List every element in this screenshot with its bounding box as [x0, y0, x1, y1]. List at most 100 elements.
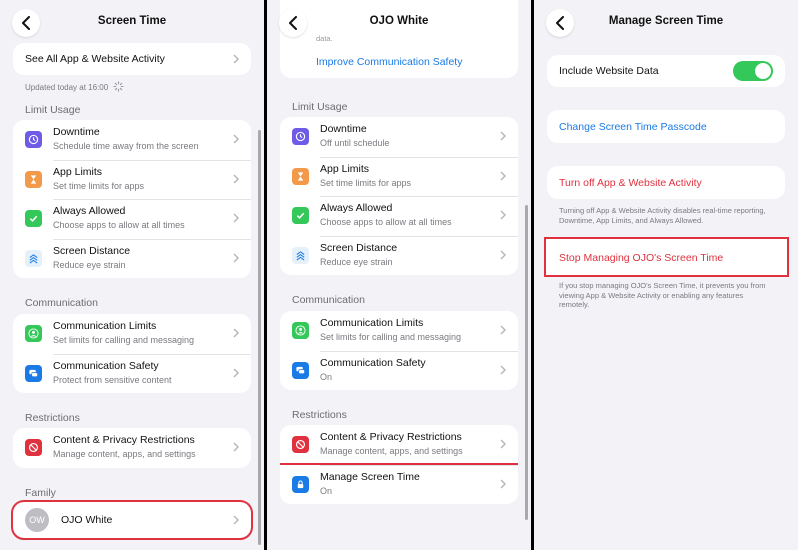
no-entry-icon: [292, 436, 309, 453]
app-limits-row[interactable]: App Limits Set time limits for apps: [280, 156, 518, 197]
updated-timestamp: Updated today at 16:00: [25, 81, 125, 92]
loading-spinner-icon: [113, 81, 125, 92]
improve-communication-safety-link[interactable]: Improve Communication Safety: [316, 56, 462, 68]
app-limits-subtitle: Set time limits for apps: [320, 177, 412, 188]
communication-limits-label: Communication Limits: [320, 317, 424, 329]
manage-screen-time-row[interactable]: Manage Screen Time On: [280, 462, 518, 504]
communication-safety-row[interactable]: Communication Safety Protect from sensit…: [13, 353, 251, 394]
downtime-row[interactable]: Downtime Schedule time away from the scr…: [13, 120, 251, 160]
chevron-right-icon: [500, 365, 506, 374]
chevron-right-icon: [500, 325, 506, 335]
downtime-row[interactable]: Downtime Off until schedule: [280, 117, 518, 157]
include-website-data-row: Include Website Data: [547, 55, 785, 87]
include-website-data-label: Include Website Data: [559, 65, 659, 77]
app-limits-label: App Limits: [53, 165, 103, 178]
screen-distance-row[interactable]: Screen Distance Reduce eye strain: [13, 238, 251, 279]
communication-safety-subtitle: Protect from sensitive content: [53, 374, 172, 385]
chevron-right-icon: [233, 253, 239, 262]
hourglass-icon: [25, 170, 42, 188]
stop-managing-row: Stop Managing OJO's Screen Time: [544, 237, 789, 277]
family-member-name: OJO White: [61, 514, 113, 526]
person-icon: [292, 322, 309, 339]
chevron-right-icon: [500, 250, 506, 259]
communication-header: Communication: [25, 297, 98, 309]
change-passcode-row: Change Screen Time Passcode: [547, 110, 785, 143]
always-allowed-subtitle: Choose apps to allow at all times: [53, 220, 185, 230]
content-privacy-subtitle: Manage content, apps, and settings: [320, 446, 463, 456]
speech-bubble-icon: [25, 364, 42, 382]
chevron-right-icon: [500, 210, 506, 220]
chevron-right-icon: [233, 368, 239, 377]
screen-distance-icon: [292, 246, 309, 264]
lock-icon: [292, 475, 309, 493]
change-passcode-button[interactable]: Change Screen Time Passcode: [559, 121, 707, 133]
limit-usage-header: Limit Usage: [25, 104, 81, 116]
screen-distance-row[interactable]: Screen Distance Reduce eye strain: [280, 235, 518, 276]
no-entry-icon: [25, 439, 42, 456]
limit-usage-card: Downtime Off until schedule App Limits S…: [280, 117, 518, 275]
always-allowed-subtitle: Choose apps to allow at all times: [320, 217, 452, 227]
avatar: OW: [25, 508, 49, 532]
screen-distance-label: Screen Distance: [320, 241, 398, 254]
communication-limits-label: Communication Limits: [53, 320, 157, 332]
chevron-right-icon: [233, 515, 239, 525]
manage-screen-time-label: Manage Screen Time: [320, 470, 420, 483]
page-title: Manage Screen Time: [608, 15, 724, 27]
communication-limits-subtitle: Set limits for calling and messaging: [53, 335, 195, 345]
app-limits-subtitle: Set time limits for apps: [53, 180, 145, 191]
chevron-right-icon: [500, 131, 506, 141]
screen-distance-label: Screen Distance: [53, 244, 131, 257]
stop-managing-note: If you stop managing OJO's Screen Time, …: [559, 281, 766, 309]
chevron-right-icon: [500, 171, 506, 180]
chevron-right-icon: [500, 439, 506, 449]
always-allowed-label: Always Allowed: [320, 202, 393, 214]
checkmark-icon: [292, 207, 309, 224]
screen-time-panel: Screen Time See All App & Website Activi…: [0, 0, 264, 550]
scrollbar[interactable]: [525, 205, 528, 520]
include-website-data-toggle[interactable]: [733, 61, 773, 81]
stop-managing-button[interactable]: Stop Managing OJO's Screen Time: [559, 252, 723, 264]
communication-safety-info-card: data. Improve Communication Safety: [280, 0, 518, 78]
see-all-activity-label: See All App & Website Activity: [25, 53, 165, 65]
restrictions-header: Restrictions: [25, 412, 80, 424]
always-allowed-row[interactable]: Always Allowed Choose apps to allow at a…: [13, 199, 251, 239]
screen-distance-subtitle: Reduce eye strain: [320, 256, 393, 267]
manage-screen-time-status: On: [320, 485, 333, 496]
content-privacy-row[interactable]: Content & Privacy Restrictions Manage co…: [13, 428, 251, 468]
page-title: OJO White: [369, 15, 429, 27]
content-privacy-label: Content & Privacy Restrictions: [53, 434, 195, 446]
content-privacy-label: Content & Privacy Restrictions: [320, 431, 462, 443]
communication-safety-status: On: [320, 371, 333, 382]
downtime-icon: [292, 128, 309, 145]
communication-limits-row[interactable]: Communication Limits Set limits for call…: [13, 314, 251, 354]
communication-card: Communication Limits Set limits for call…: [13, 314, 251, 393]
communication-safety-label: Communication Safety: [320, 356, 426, 369]
always-allowed-label: Always Allowed: [53, 205, 126, 217]
manage-screen-time-panel: Manage Screen Time Include Website Data …: [534, 0, 798, 550]
communication-card: Communication Limits Set limits for call…: [280, 311, 518, 390]
turn-off-activity-button[interactable]: Turn off App & Website Activity: [559, 177, 702, 189]
family-card: OW OJO White: [11, 500, 253, 540]
see-all-activity-row[interactable]: See All App & Website Activity: [13, 43, 251, 75]
checkmark-icon: [25, 210, 42, 227]
communication-limits-row[interactable]: Communication Limits Set limits for call…: [280, 311, 518, 351]
screen-distance-icon: [25, 249, 42, 267]
partial-info-text: data.: [316, 34, 333, 43]
chevron-right-icon: [500, 479, 506, 488]
restrictions-header: Restrictions: [292, 409, 347, 421]
content-privacy-row[interactable]: Content & Privacy Restrictions Manage co…: [280, 425, 518, 465]
app-limits-row[interactable]: App Limits Set time limits for apps: [13, 159, 251, 200]
family-header: Family: [25, 487, 56, 499]
scrollbar[interactable]: [258, 130, 261, 545]
turn-off-activity-row: Turn off App & Website Activity: [547, 166, 785, 199]
communication-safety-row[interactable]: Communication Safety On: [280, 350, 518, 391]
communication-header: Communication: [292, 294, 365, 306]
downtime-icon: [25, 131, 42, 148]
chevron-right-icon: [233, 134, 239, 144]
family-member-row[interactable]: OW OJO White: [13, 502, 251, 538]
always-allowed-row[interactable]: Always Allowed Choose apps to allow at a…: [280, 196, 518, 236]
communication-limits-subtitle: Set limits for calling and messaging: [320, 332, 462, 342]
downtime-label: Downtime: [53, 126, 100, 138]
chevron-right-icon: [233, 174, 239, 183]
chevron-right-icon: [233, 213, 239, 223]
